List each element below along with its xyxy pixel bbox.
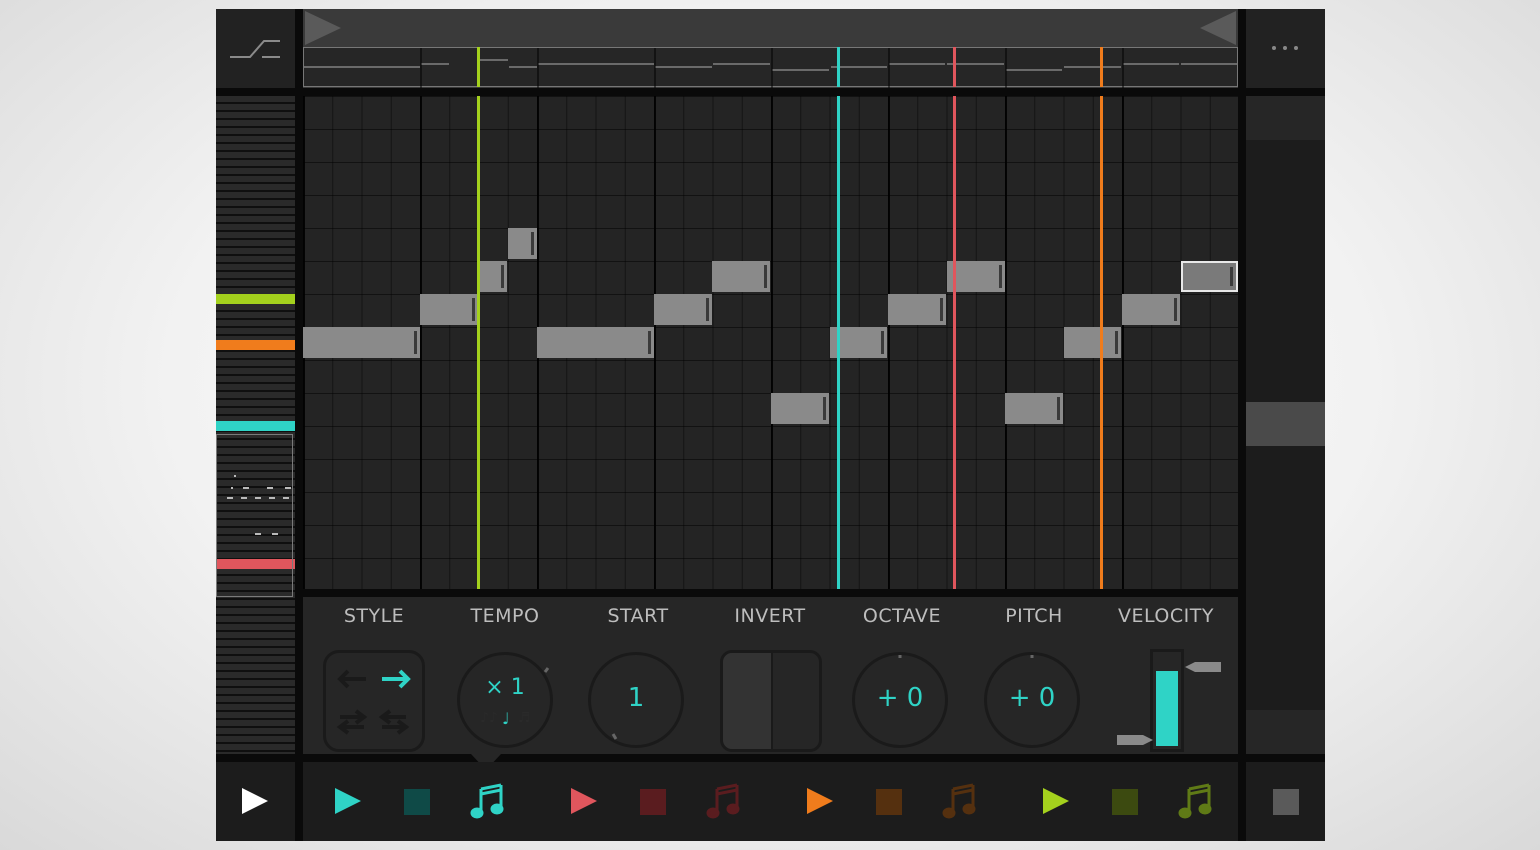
velocity-max-handle-icon[interactable]: [1183, 659, 1223, 675]
style-selector[interactable]: [323, 650, 425, 752]
control-panel: STYLE TEMPO START INVERT OCTAVE PITCH VE…: [303, 597, 1238, 754]
octave-value: + 0: [876, 683, 924, 713]
track1-play-button[interactable]: [317, 762, 377, 841]
note-block[interactable]: [508, 228, 537, 259]
velocity-slider[interactable]: [1150, 649, 1184, 752]
invert-toggle[interactable]: [720, 650, 822, 752]
note-block[interactable]: [888, 294, 946, 325]
start-label: START: [607, 605, 669, 627]
octave-label: OCTAVE: [862, 605, 942, 627]
play-icon: [571, 788, 597, 814]
music-note-icon: [706, 783, 740, 819]
quantize-step-icon: [230, 40, 280, 58]
playhead-red-overview: [953, 47, 956, 87]
track-marker-teal: [216, 421, 295, 431]
invert-toggle-thumb: [723, 653, 773, 749]
stop-icon: [1273, 789, 1299, 815]
invert-label: INVERT: [734, 605, 806, 627]
velocity-fill: [1156, 670, 1178, 746]
note-block[interactable]: [654, 294, 712, 325]
right-column-segment: [1246, 96, 1325, 140]
track-marker-lime: [216, 294, 295, 304]
keyboard-viewport[interactable]: [216, 434, 293, 597]
svg-text:♩: ♩: [502, 709, 510, 728]
loop-start-handle-icon[interactable]: [303, 9, 343, 47]
track4-notes-button[interactable]: [1165, 762, 1225, 841]
timeline-notes: [304, 48, 1237, 88]
note-block[interactable]: [712, 261, 770, 292]
music-note-icon: [1178, 783, 1212, 819]
playhead-teal-overview: [837, 47, 840, 87]
music-note-icon: [942, 783, 976, 819]
music-note-icon: [470, 783, 504, 819]
master-stop-button[interactable]: [1246, 762, 1325, 841]
right-scroll-column[interactable]: [1246, 96, 1325, 754]
note-block[interactable]: [1122, 294, 1180, 325]
more-button[interactable]: [1246, 9, 1325, 88]
play-icon: [335, 788, 361, 814]
track-marker-orange: [216, 340, 295, 350]
stop-icon: [640, 789, 666, 815]
viewport-mini-notes: [227, 475, 291, 535]
playhead-orange: [1100, 96, 1103, 589]
timeline-lane: [303, 47, 1238, 88]
track2-notes-button[interactable]: [693, 762, 753, 841]
track4-play-button[interactable]: [1025, 762, 1085, 841]
track3-play-button[interactable]: [789, 762, 849, 841]
velocity-min-handle-icon[interactable]: [1115, 732, 1155, 748]
track-transport-bar: [303, 762, 1238, 841]
track4-stop-button[interactable]: [1095, 762, 1155, 841]
playhead-teal: [837, 96, 840, 589]
velocity-label: VELOCITY: [1118, 605, 1214, 627]
right-column-segment: [1246, 710, 1325, 754]
track3-stop-button[interactable]: [859, 762, 919, 841]
playhead-lime: [477, 96, 480, 589]
stop-icon: [404, 789, 430, 815]
note-block[interactable]: [420, 294, 478, 325]
stop-icon: [876, 789, 902, 815]
loop-end-handle-icon[interactable]: [1198, 9, 1238, 47]
style-label: STYLE: [343, 605, 405, 627]
play-icon: [807, 788, 833, 814]
note-block[interactable]: [771, 393, 829, 424]
svg-text:♬: ♬: [518, 710, 531, 726]
playhead-lime-overview: [477, 47, 480, 87]
track1-notes-button[interactable]: [457, 762, 517, 841]
tempo-knob[interactable]: × 1 ♪♪ ♩ ♬: [457, 652, 553, 748]
stop-icon: [1112, 789, 1138, 815]
octave-knob[interactable]: + 0: [852, 652, 948, 748]
right-scroll-thumb[interactable]: [1246, 402, 1325, 446]
tempo-note-icons: ♪♪ ♩ ♬: [480, 709, 531, 728]
tempo-label: TEMPO: [470, 605, 540, 627]
master-play-button[interactable]: [216, 762, 295, 841]
start-knob[interactable]: 1: [588, 652, 684, 748]
pitch-label: PITCH: [1005, 605, 1063, 627]
piano-roll-grid[interactable]: [303, 96, 1238, 589]
pitch-knob[interactable]: + 0: [984, 652, 1080, 748]
quantize-button[interactable]: [216, 9, 295, 88]
note-block[interactable]: [1064, 327, 1121, 358]
start-value: 1: [627, 683, 645, 713]
track1-stop-button[interactable]: [387, 762, 447, 841]
note-block[interactable]: [478, 261, 507, 292]
track2-stop-button[interactable]: [623, 762, 683, 841]
note-block[interactable]: [1005, 393, 1063, 424]
pitch-value: + 0: [1008, 683, 1056, 713]
timeline-overview[interactable]: [303, 9, 1238, 88]
playhead-red: [953, 96, 956, 589]
track3-notes-button[interactable]: [929, 762, 989, 841]
track2-play-button[interactable]: [553, 762, 613, 841]
play-icon: [1043, 788, 1069, 814]
piano-keyboard[interactable]: [216, 96, 295, 754]
style-arrows-icon: [336, 669, 411, 735]
svg-text:♪♪: ♪♪: [480, 710, 498, 726]
note-block[interactable]: [303, 327, 420, 358]
playhead-orange-overview: [1100, 47, 1103, 87]
play-icon: [242, 788, 268, 814]
note-block[interactable]: [537, 327, 654, 358]
sequencer-app: STYLE TEMPO START INVERT OCTAVE PITCH VE…: [216, 9, 1325, 841]
note-block-selected[interactable]: [1181, 261, 1238, 292]
